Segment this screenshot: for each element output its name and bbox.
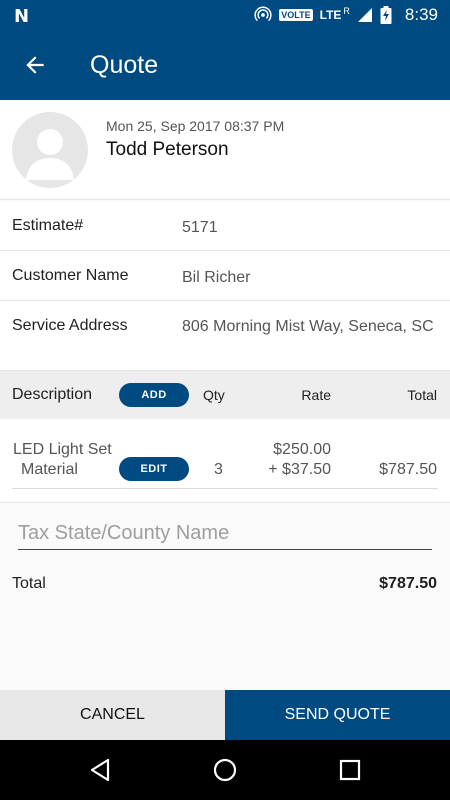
arrow-back-icon[interactable] (22, 52, 48, 78)
total-header: Total (407, 387, 437, 403)
description-label: Description (12, 386, 93, 403)
item-rate-extra: + $37.50 (268, 461, 331, 478)
nav-back-icon[interactable] (85, 755, 115, 785)
roaming-indicator: R (343, 6, 350, 16)
send-quote-button[interactable]: SEND QUOTE (225, 690, 450, 740)
battery-charging-icon (380, 6, 392, 24)
action-bar: CANCEL SEND QUOTE (0, 690, 450, 740)
cancel-button[interactable]: CANCEL (0, 690, 225, 740)
item-divider (12, 488, 438, 489)
total-label: Total (12, 575, 46, 592)
nav-home-icon[interactable] (210, 755, 240, 785)
rate-header: Rate (301, 387, 331, 403)
item-total: $787.50 (379, 461, 437, 478)
tax-field[interactable] (18, 518, 432, 550)
item-qty: 3 (214, 461, 223, 478)
address-label: Service Address (12, 317, 128, 334)
total-row: Total $787.50 (0, 570, 450, 600)
estimate-value: 5171 (182, 219, 218, 236)
estimate-row: Estimate# 5171 (0, 201, 450, 251)
network-logo: N (14, 6, 30, 27)
clock: 8:39 (404, 5, 438, 24)
total-value: $787.50 (379, 575, 437, 592)
page-title: Quote (90, 51, 159, 79)
hotspot-icon (254, 6, 272, 22)
item-rate: $250.00 (273, 441, 331, 458)
tax-state-input[interactable] (18, 518, 432, 548)
estimate-label: Estimate# (12, 217, 84, 234)
customer-value: Bil Richer (182, 269, 251, 286)
list-item: LED Light Set Material EDIT 3 $250.00 + … (0, 419, 450, 503)
technician-name: Todd Peterson (106, 139, 229, 160)
item-type: Material (21, 461, 78, 478)
status-icons: VOLTE LTE R 8:39 (254, 0, 438, 30)
app-bar: Quote (0, 30, 450, 100)
signal-icon (357, 8, 372, 22)
lte-indicator: LTE (319, 8, 342, 22)
item-name: LED Light Set (13, 441, 112, 458)
volte-badge: VOLTE (279, 9, 313, 21)
address-row: Service Address 806 Morning Mist Way, Se… (0, 301, 450, 371)
items-header: Description ADD Qty Rate Total (0, 371, 450, 419)
customer-label: Customer Name (12, 267, 129, 284)
status-bar: N VOLTE LTE R 8:39 (0, 0, 450, 30)
address-value: 806 Morning Mist Way, Seneca, SC (182, 318, 434, 335)
quote-date: Mon 25, Sep 2017 08:37 PM (106, 118, 285, 134)
qty-header: Qty (203, 387, 225, 403)
quote-header: Mon 25, Sep 2017 08:37 PM Todd Peterson (0, 100, 450, 200)
edit-item-button[interactable]: EDIT (119, 457, 189, 481)
add-item-button[interactable]: ADD (119, 383, 189, 407)
customer-row: Customer Name Bil Richer (0, 251, 450, 301)
nav-recents-icon[interactable] (335, 755, 365, 785)
system-nav-bar (0, 740, 450, 800)
person-avatar-icon (12, 112, 88, 188)
